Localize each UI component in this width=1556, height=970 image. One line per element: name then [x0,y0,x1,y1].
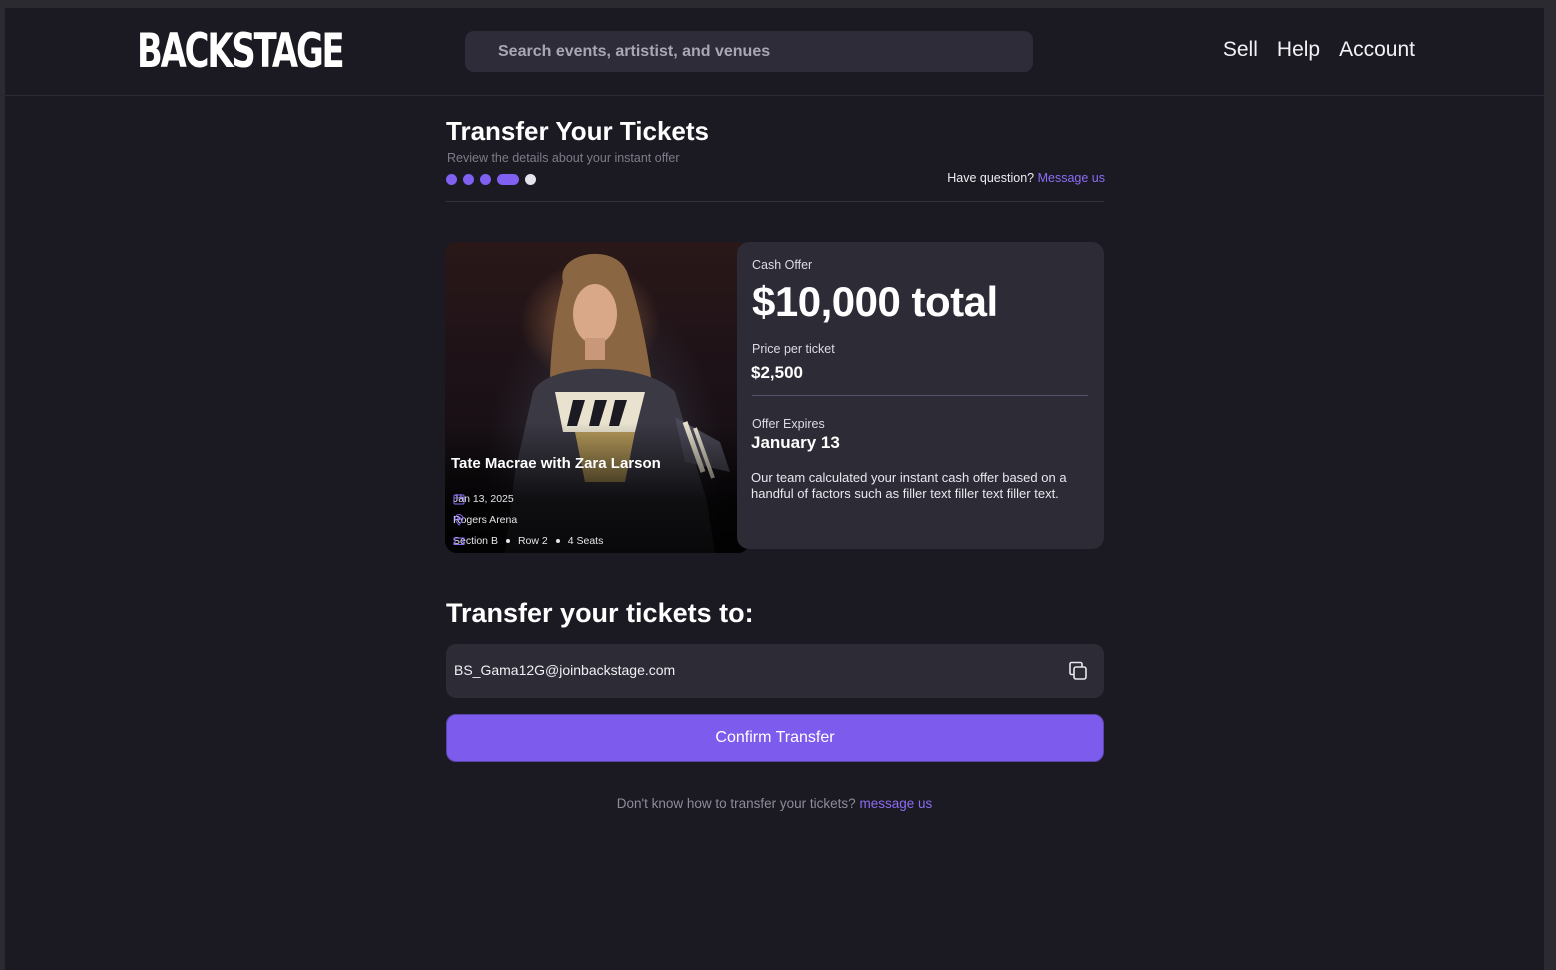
offer-expires-label: Offer Expires [752,417,825,431]
transfer-title: Transfer your tickets to: [446,598,754,628]
separator-dot [555,539,560,543]
nav-sell-link[interactable]: Sell [1223,36,1258,64]
transfer-email-field[interactable]: BS_Gama12G@joinbackstage.com [446,644,1104,698]
event-name: Tate Macrae with Zara Larson [451,455,661,472]
app-frame: BACKSTAGE Sell Help Account Transfer You… [5,8,1544,970]
price-per-ticket-label: Price per ticket [752,342,835,356]
transfer-email[interactable]: BS_Gama12G@joinbackstage.com [454,662,675,678]
nav-account-link[interactable]: Account [1339,36,1415,64]
separator-dot [505,539,510,543]
ticket-icon [453,537,465,545]
top-header: BACKSTAGE Sell Help Account [5,8,1544,96]
page-subtitle: Review the details about your instant of… [447,151,680,165]
offer-expires-value: January 13 [751,433,840,452]
offer-divider [752,395,1088,396]
image-overlay [445,423,750,553]
calendar-icon [453,494,465,505]
offer-card: Cash Offer $10,000 total Price per ticke… [737,242,1104,549]
question-prompt: Have question? Message us [947,171,1105,185]
page-title: Transfer Your Tickets [446,116,710,146]
event-seats: 4 Seats [567,535,604,547]
top-nav: Sell Help Account [1223,36,1415,64]
question-text: Have question? [947,171,1035,185]
confirm-transfer-button[interactable]: Confirm Transfer [446,714,1104,762]
event-card: Tate Macrae with Zara Larson Jan 13, 202… [445,242,750,553]
event-date-row: Jan 13, 2025 [453,493,514,505]
step-dot-1 [446,174,457,185]
event-row: Row 2 [517,535,548,547]
nav-help-link[interactable]: Help [1277,36,1320,64]
event-venue-row: Rogers Arena [453,514,517,526]
location-pin-icon [454,514,464,526]
search-input[interactable] [498,42,998,61]
step-dot-5 [525,174,536,185]
divider [446,201,1104,202]
progress-steps [446,174,536,185]
event-seat-row: Section B Row 2 4 Seats [453,535,603,547]
backstage-logo[interactable]: BACKSTAGE [137,26,345,78]
offer-description: Our team calculated your instant cash of… [751,470,1067,501]
price-per-ticket-value: $2,500 [751,363,803,382]
cash-offer-total: $10,000 total [752,278,998,325]
step-dot-4-current [497,174,519,185]
transfer-help-link[interactable]: message us [859,796,932,811]
step-dot-2 [463,174,474,185]
search-bar[interactable] [465,31,1033,72]
step-dot-3 [480,174,491,185]
message-us-link[interactable]: Message us [1038,171,1105,185]
cash-offer-label: Cash Offer [752,258,813,272]
transfer-help: Don't know how to transfer your tickets?… [5,796,1544,811]
transfer-help-text: Don't know how to transfer your tickets? [616,796,856,811]
copy-icon[interactable] [1066,659,1090,683]
